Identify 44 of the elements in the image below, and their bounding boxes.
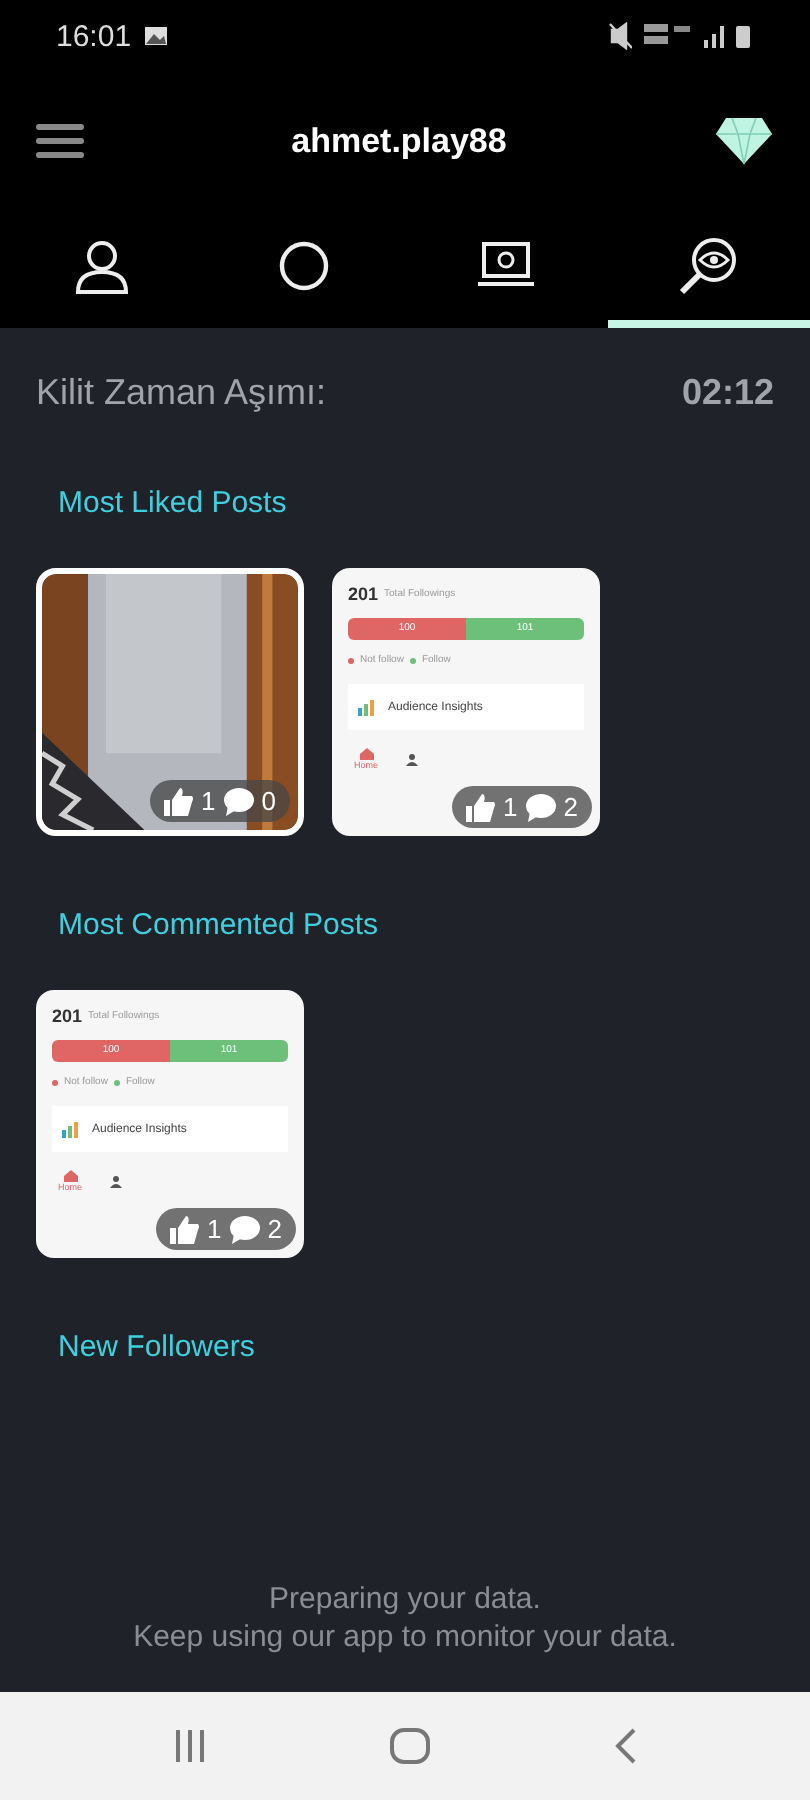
home-button-icon[interactable] <box>390 1728 431 1764</box>
like-count: 1 <box>207 1214 222 1244</box>
section-title: Most Commented Posts <box>56 908 381 942</box>
comment-count: 0 <box>261 786 276 816</box>
thumbs-up-icon <box>169 1215 200 1243</box>
status-message: Keep using our app to monitor your data. <box>133 1618 677 1656</box>
thumbs-up-icon <box>465 793 496 821</box>
circle-icon <box>277 240 330 292</box>
section-title: Most Liked Posts <box>56 486 289 520</box>
eye-search-icon <box>678 236 739 296</box>
home-icon <box>359 748 373 760</box>
recents-icon[interactable] <box>171 1730 208 1762</box>
like-count: 1 <box>201 786 216 816</box>
people-icon <box>406 753 423 765</box>
comment-icon <box>229 1215 260 1243</box>
network-icon <box>644 24 692 48</box>
thumbs-up-icon <box>163 787 194 815</box>
mute-icon <box>608 22 632 50</box>
person-icon <box>73 238 130 294</box>
chart-icon <box>358 698 378 716</box>
lock-timeout-value: 02:12 <box>681 372 774 414</box>
comment-icon <box>525 793 556 821</box>
comment-count: 2 <box>267 1214 282 1244</box>
menu-icon[interactable] <box>36 124 84 160</box>
comment-count: 2 <box>563 792 578 822</box>
diamond-icon[interactable] <box>713 114 774 170</box>
comment-icon <box>223 787 254 815</box>
people-icon <box>110 1175 127 1187</box>
post-thumbnail[interactable]: 1 0 <box>36 568 304 836</box>
battery-icon <box>736 25 750 47</box>
section-title: New Followers <box>56 1330 257 1364</box>
total-count: 201 <box>52 1006 83 1026</box>
total-count: 201 <box>348 584 379 604</box>
signal-icon <box>704 25 724 47</box>
status-message: Preparing your data. <box>269 1580 541 1618</box>
home-icon <box>63 1170 77 1182</box>
image-icon <box>143 26 168 46</box>
lock-timeout-label: Kilit Zaman Aşımı: <box>36 372 327 414</box>
like-count: 1 <box>503 792 518 822</box>
back-icon[interactable] <box>614 1728 639 1764</box>
status-time: 16:01 <box>56 19 132 53</box>
username-title: ahmet.play88 <box>291 122 507 162</box>
chart-icon <box>62 1120 82 1138</box>
laptop-icon <box>476 240 537 292</box>
